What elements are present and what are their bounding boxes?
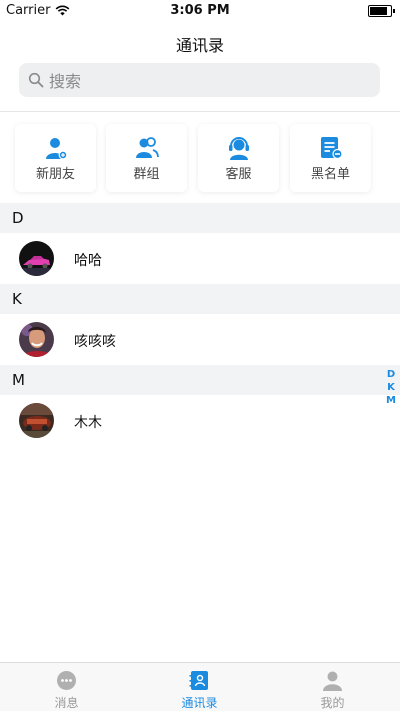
tab-contacts[interactable]: 通讯录 bbox=[133, 663, 266, 711]
customer-service-icon bbox=[229, 137, 249, 160]
group-button[interactable]: 群组 bbox=[106, 124, 187, 192]
tab-messages[interactable]: 消息 bbox=[0, 663, 133, 711]
new-friend-icon bbox=[46, 138, 68, 160]
contact-name: 哈哈 bbox=[74, 253, 102, 269]
header-divider bbox=[0, 111, 400, 112]
tab-label: 通讯录 bbox=[181, 696, 218, 710]
contact-row[interactable]: 哈哈 bbox=[0, 234, 400, 284]
search-input[interactable]: 搜索 bbox=[19, 63, 380, 97]
shortcut-grid: 新朋友 群组 客服 黑名单 bbox=[15, 124, 385, 192]
status-bar: Carrier 3:06 PM bbox=[0, 0, 400, 20]
search-icon bbox=[28, 72, 44, 88]
tab-bar: 消息 通讯录 我的 bbox=[0, 662, 400, 711]
search-placeholder: 搜索 bbox=[49, 72, 82, 91]
tab-label: 我的 bbox=[320, 696, 345, 710]
tab-label: 消息 bbox=[54, 696, 79, 710]
customer-service-label: 客服 bbox=[225, 167, 252, 182]
message-icon bbox=[57, 671, 76, 690]
section-letter: M bbox=[12, 371, 25, 389]
tab-profile[interactable]: 我的 bbox=[266, 663, 399, 711]
avatar bbox=[19, 322, 54, 357]
contact-row[interactable]: 木木 bbox=[0, 396, 400, 446]
contact-row[interactable]: 咳咳咳 bbox=[0, 315, 400, 365]
avatar bbox=[19, 403, 54, 438]
customer-service-button[interactable]: 客服 bbox=[198, 124, 279, 192]
contact-name: 咳咳咳 bbox=[74, 334, 116, 350]
avatar bbox=[19, 241, 54, 276]
blacklist-icon bbox=[321, 137, 343, 160]
section-letter: K bbox=[12, 290, 22, 308]
new-friend-label: 新朋友 bbox=[35, 167, 75, 182]
alphabet-index[interactable]: D K M bbox=[386, 368, 396, 407]
group-icon bbox=[136, 137, 159, 158]
section-header-m: M bbox=[0, 365, 400, 395]
section-header-d: D bbox=[0, 203, 400, 233]
battery-icon bbox=[368, 5, 395, 17]
blacklist-label: 黑名单 bbox=[310, 167, 350, 182]
group-label: 群组 bbox=[133, 167, 160, 182]
profile-icon bbox=[323, 671, 342, 691]
index-letter-k[interactable]: K bbox=[386, 381, 396, 394]
index-letter-m[interactable]: M bbox=[386, 394, 396, 407]
new-friend-button[interactable]: 新朋友 bbox=[15, 124, 96, 192]
section-letter: D bbox=[12, 209, 24, 227]
blacklist-button[interactable]: 黑名单 bbox=[290, 124, 371, 192]
page-title: 通讯录 bbox=[175, 36, 224, 55]
contact-name: 木木 bbox=[74, 415, 102, 431]
contacts-icon bbox=[189, 671, 208, 690]
section-header-k: K bbox=[0, 284, 400, 314]
status-time: 3:06 PM bbox=[170, 3, 230, 18]
index-letter-d[interactable]: D bbox=[386, 368, 396, 381]
